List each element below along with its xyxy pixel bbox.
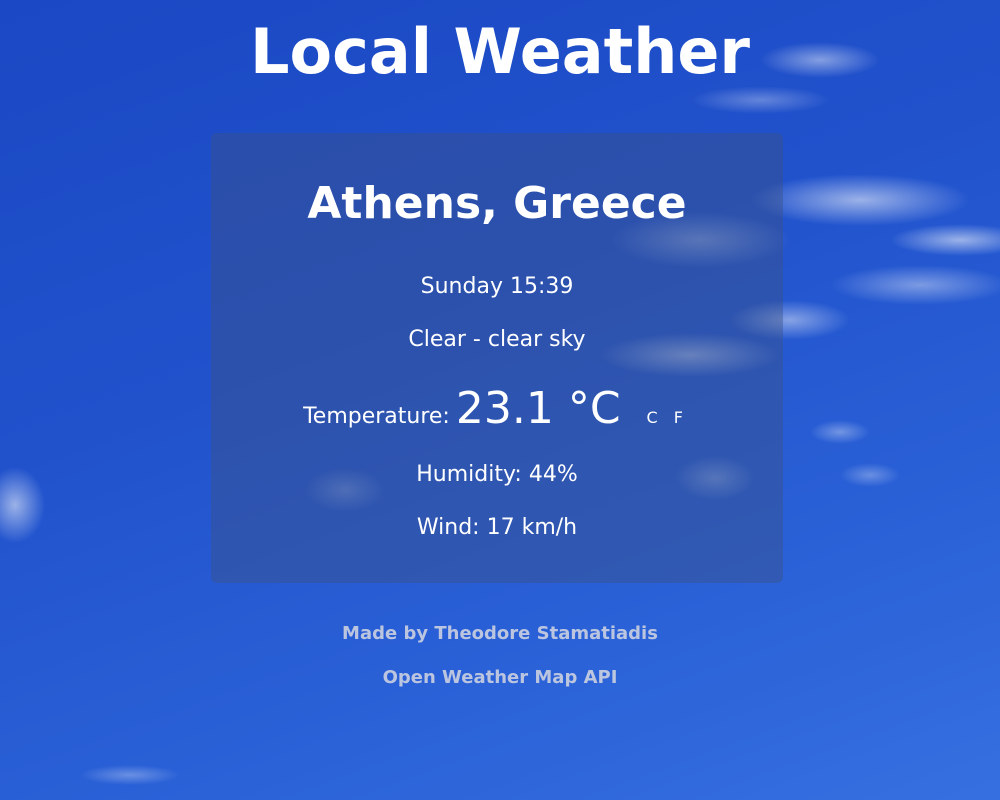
fahrenheit-toggle[interactable]: F — [666, 408, 691, 427]
weather-card: Athens, Greece Sunday 15:39 Clear - clea… — [211, 133, 783, 583]
temperature-row: Temperature: 23.1 °C C F — [211, 383, 783, 443]
wind: Wind: 17 km/h — [416, 515, 578, 540]
humidity: Humidity: 44% — [416, 462, 578, 487]
location-name: Athens, Greece — [307, 178, 687, 229]
celsius-toggle[interactable]: C — [639, 408, 666, 427]
date-time: Sunday 15:39 — [420, 274, 574, 299]
weather-condition: Clear - clear sky — [408, 327, 586, 352]
page-title: Local Weather — [250, 15, 750, 88]
temperature-value: 23.1 °C — [455, 383, 621, 434]
author-credit-link[interactable]: Made by Theodore Stamatiadis — [0, 622, 1000, 646]
api-credit-link[interactable]: Open Weather Map API — [0, 666, 1000, 690]
temperature-label: Temperature: — [303, 404, 450, 429]
